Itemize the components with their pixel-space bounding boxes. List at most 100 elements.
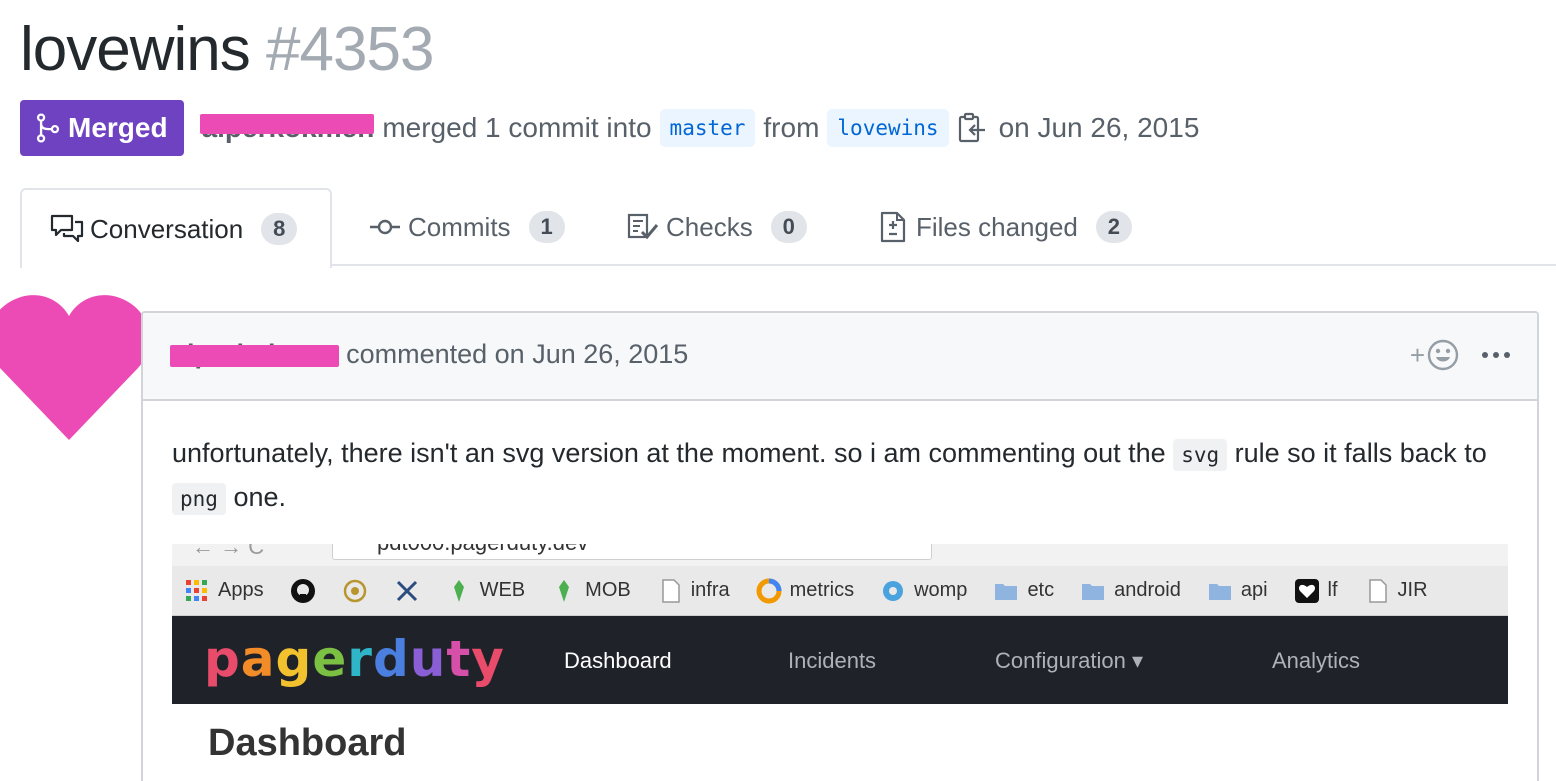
comment-header: alperkokmen commented on Jun 26, 2015 + [143,313,1537,401]
git-merge-icon [36,113,60,143]
clipboard-copy-icon[interactable] [957,112,987,144]
page-icon [1368,578,1387,603]
bookmark-womp: womp [880,578,967,604]
inline-code-png: png [172,483,226,515]
page-title: lovewins #4353 [20,14,434,86]
bookmark-jira: JIR [1364,578,1428,604]
base-branch[interactable]: master [659,109,756,147]
bookmark-infra: infra [657,578,730,604]
heart-app-icon [1294,578,1319,603]
browser-chrome: ← → C pdt000.pagerduty.dev [172,544,1508,566]
bookmark-label: Apps [218,579,264,601]
tab-label: Conversation [90,213,244,244]
checklist-icon [627,213,659,240]
merge-date: on Jun 26, 2015 [998,112,1200,143]
folder-icon [995,583,1018,600]
comment-text-2: rule so it falls back to [1234,438,1487,468]
plus-sign: + [1409,339,1425,370]
bookmark-tools [394,578,420,604]
bookmark-label: metrics [789,579,855,601]
browser-nav-arrows: ← → C [192,544,265,559]
bookmark-label: api [1240,579,1268,601]
bookmark-label: MOB [585,579,631,601]
comment-author-link[interactable]: alperkokmen [170,339,339,370]
pd-nav-analytics: Analytics [1272,648,1361,673]
comment-body: unfortunately, there isn't an svg versio… [172,432,1512,520]
bookmark-mob: MOB [551,578,631,604]
pagerduty-bot-icon [559,579,570,602]
comment-text-1: unfortunately, there isn't an svg versio… [172,438,1166,468]
tab-conversation[interactable]: Conversation 8 [20,188,332,268]
head-branch[interactable]: lovewins [827,109,949,147]
bookmark-api: api [1207,578,1268,604]
author-link[interactable]: alperkokmen [199,112,375,144]
bookmark-label: infra [690,579,730,601]
tab-label: Commits [408,211,511,242]
tab-counter: 1 [528,211,565,243]
gear-icon [883,580,904,601]
tools-icon [396,580,417,601]
heart-icon [0,295,150,440]
merged-label: Merged [68,112,168,143]
tab-counter: 2 [1095,211,1132,243]
tab-counter: 8 [261,213,298,245]
tab-counter: 0 [770,211,807,243]
pr-meta: Merged alperkokmen merged 1 commit into … [20,100,1199,156]
tab-commits[interactable]: Commits 1 [368,188,565,266]
merged-badge: Merged [20,100,184,156]
bookmark-emblem [342,578,368,604]
pagerduty-page: Dashboard [172,704,1508,781]
pd-nav-dashboard: Dashboard [564,648,672,673]
inline-code-svg: svg [1173,439,1228,471]
tab-label: Files changed [916,211,1078,242]
bookmark-label: etc [1027,579,1055,601]
bookmark-label: lf [1327,579,1338,601]
tab-files-changed[interactable]: Files changed 2 [876,188,1132,266]
comment-author-line: alperkokmen commented on Jun 26, 2015 [170,339,689,370]
embedded-screenshot[interactable]: ← → C pdt000.pagerduty.dev Apps WEB MOB [172,544,1508,781]
kebab-horizontal-icon[interactable] [1481,350,1511,360]
pr-number: #4353 [266,15,434,84]
pagerduty-logo: pagerduty [204,630,505,688]
browser-url-bar: pdt000.pagerduty.dev [332,544,932,560]
folder-icon [1082,583,1105,600]
apps-grid-icon [186,579,207,601]
bookmark-github [290,578,316,604]
bookmark-lf: lf [1294,578,1338,604]
pd-nav-configuration: Configuration ▾ [995,648,1144,673]
emblem-icon [343,579,366,602]
bookmark-etc: etc [993,578,1054,604]
tab-label: Checks [666,211,753,242]
smiley-icon [1427,339,1459,371]
bookmark-android: android [1080,578,1181,604]
comment-actions: + [1410,339,1511,371]
bookmark-label: womp [914,579,968,601]
bookmarks-bar: Apps WEB MOB infra metrics womp etc andr… [172,566,1508,616]
pd-page-title: Dashboard [208,722,407,764]
pagerduty-bot-icon [453,579,464,602]
github-icon [290,578,315,603]
merge-action-text: merged 1 commit into [382,112,652,143]
bookmark-metrics: metrics [756,578,854,604]
pr-title: lovewins [20,15,251,84]
file-diff-icon [880,211,906,243]
bookmark-label: WEB [479,579,526,601]
tab-checks[interactable]: Checks 0 [626,188,807,266]
from-text: from [763,112,820,143]
git-commit-icon [370,219,400,235]
folder-icon [1208,583,1231,600]
bookmark-web: WEB [446,578,526,604]
bookmark-apps: Apps [184,578,264,604]
comment-text-3: one. [233,482,287,512]
comment-meta: commented on Jun 26, 2015 [346,339,689,369]
add-reaction-button[interactable]: + [1410,339,1459,371]
bookmark-label: android [1114,579,1181,601]
bookmark-label: JIR [1397,579,1428,601]
pagerduty-navbar: pagerduty Dashboard Incidents Configurat… [172,616,1508,704]
metrics-icon [756,578,782,603]
page-icon [661,578,680,603]
pr-tabs: Conversation 8 Commits 1 Checks 0 Files … [20,188,1556,268]
pd-nav-incidents: Incidents [788,648,877,673]
comment-discussion-icon [50,214,84,243]
redaction-mark [199,114,375,134]
